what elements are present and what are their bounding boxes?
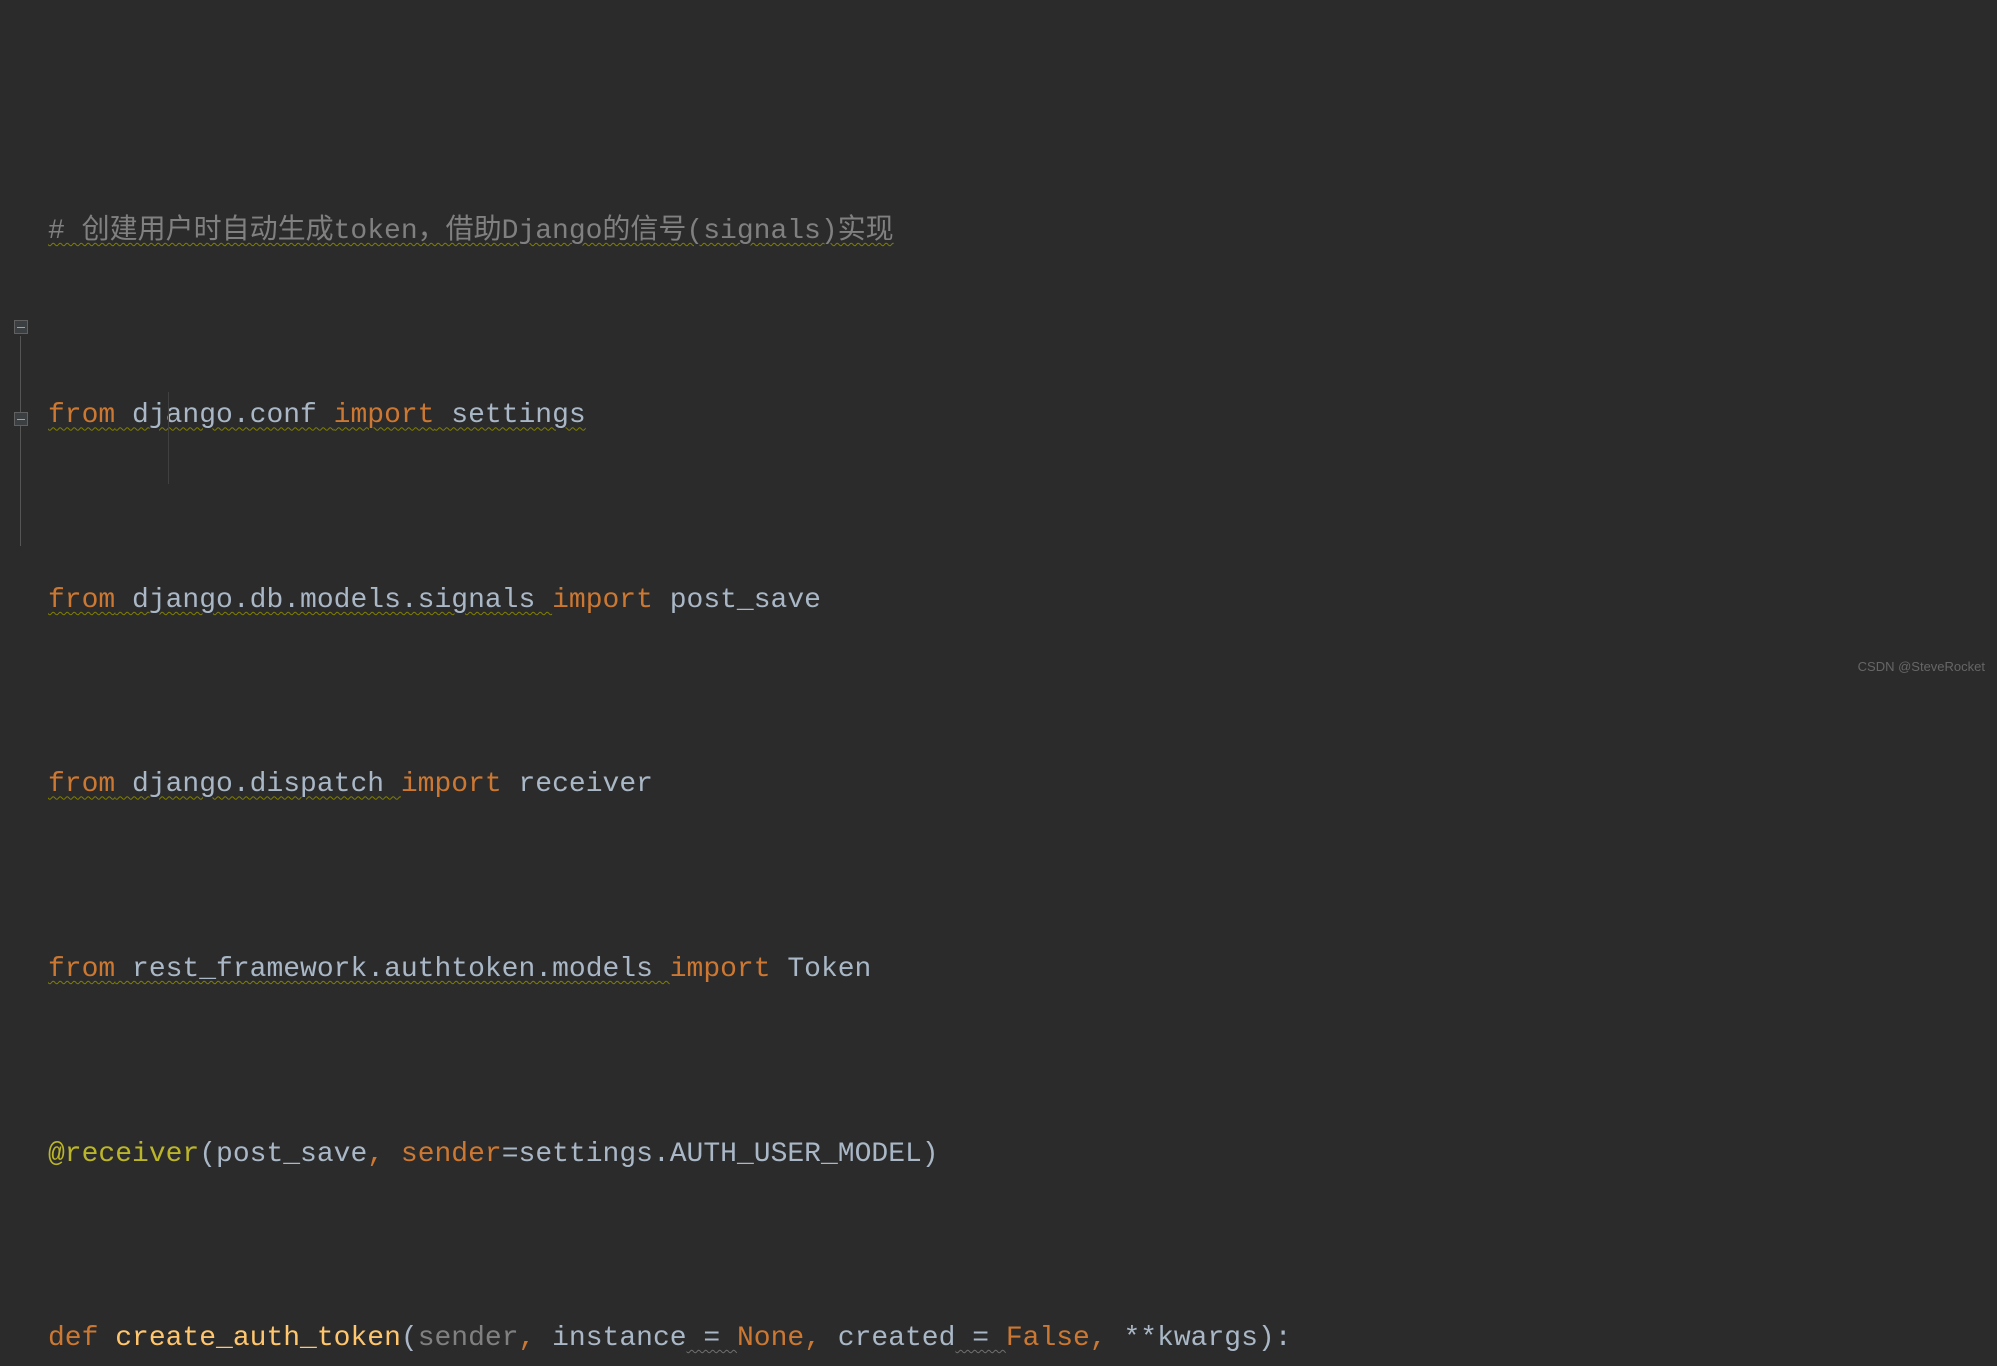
module-name: django.dispatch <box>115 769 401 800</box>
paren-open: ( <box>401 1323 418 1354</box>
arg: post_save <box>216 1139 367 1170</box>
keyword-from: from <box>48 585 115 616</box>
keyword-import: import <box>334 400 435 431</box>
star: ** <box>1123 1323 1157 1354</box>
fold-marker-if[interactable] <box>14 412 28 426</box>
kwarg-name: sender <box>401 1139 502 1170</box>
comma: , <box>1090 1323 1124 1354</box>
import-name: post_save <box>653 585 821 616</box>
module-name: django.db.models.signals <box>115 585 552 616</box>
paren-close: ) <box>922 1139 939 1170</box>
keyword-def: def <box>48 1323 115 1354</box>
param-created: created <box>838 1323 956 1354</box>
paren-open: ( <box>199 1139 216 1170</box>
param-kwargs: kwargs <box>1157 1323 1258 1354</box>
keyword-import: import <box>552 585 653 616</box>
code-line-7: def create_auth_token(sender, instance =… <box>48 1316 1292 1362</box>
comma: , <box>367 1139 401 1170</box>
none-literal: None <box>737 1323 804 1354</box>
code-line-6: @receiver(post_save, sender=settings.AUT… <box>48 1132 1292 1178</box>
equals: = <box>687 1323 737 1354</box>
watermark: CSDN @SteveRocket <box>1858 656 1985 677</box>
import-name: receiver <box>502 769 653 800</box>
import-name: Token <box>771 954 872 985</box>
param-sender: sender <box>418 1323 519 1354</box>
fold-marker-def[interactable] <box>14 320 28 334</box>
equals: = <box>955 1323 1005 1354</box>
module-name: django.conf <box>115 400 333 431</box>
code-line-4: from django.dispatch import receiver <box>48 762 1292 808</box>
decorator: @receiver <box>48 1139 199 1170</box>
kwarg-val: settings.AUTH_USER_MODEL <box>519 1139 922 1170</box>
keyword-import: import <box>401 769 502 800</box>
function-name: create_auth_token <box>115 1323 401 1354</box>
code-area[interactable]: # 创建用户时自动生成token，借助Django的信号(signals)实现 … <box>40 0 1292 683</box>
code-line-1: # 创建用户时自动生成token，借助Django的信号(signals)实现 <box>48 209 1292 255</box>
keyword-from: from <box>48 954 115 985</box>
equals: = <box>502 1139 519 1170</box>
param-instance: instance <box>552 1323 686 1354</box>
code-line-5: from rest_framework.authtoken.models imp… <box>48 947 1292 993</box>
module-name: rest_framework.authtoken.models <box>115 954 670 985</box>
code-editor[interactable]: # 创建用户时自动生成token，借助Django的信号(signals)实现 … <box>0 0 1997 683</box>
comment-text: # 创建用户时自动生成token，借助Django的信号(signals)实现 <box>48 216 894 247</box>
paren-close: ): <box>1258 1323 1292 1354</box>
indent-guide <box>168 392 169 484</box>
false-literal: False <box>1006 1323 1090 1354</box>
code-line-3: from django.db.models.signals import pos… <box>48 578 1292 624</box>
code-line-2: from django.conf import settings <box>48 393 1292 439</box>
comma: , <box>519 1323 553 1354</box>
gutter <box>0 0 40 683</box>
keyword-from: from <box>48 400 115 431</box>
fold-line <box>20 336 21 546</box>
keyword-from: from <box>48 769 115 800</box>
keyword-import: import <box>670 954 771 985</box>
comma: , <box>804 1323 838 1354</box>
import-name: settings <box>434 400 585 431</box>
